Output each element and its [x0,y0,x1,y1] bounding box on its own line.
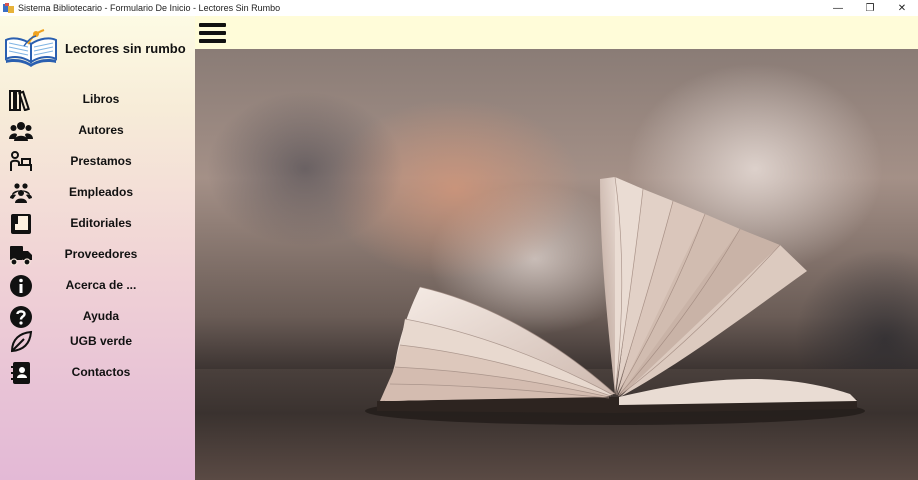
sidebar-item-empleados[interactable]: Empleados [0,179,195,207]
books-icon [8,88,34,112]
sidebar-item-editoriales[interactable]: Editoriales [0,210,195,238]
leaf-icon [8,330,34,354]
truck-icon [8,243,34,267]
sidebar-item-ugb-verde[interactable]: UGB verde [0,328,195,356]
app-icon [3,2,14,14]
sidebar-item-ayuda[interactable]: Ayuda [0,303,195,331]
help-icon [8,305,34,329]
employees-icon [8,181,34,205]
sidebar-item-label: Acerca de ... [65,278,137,292]
sidebar-item-autores[interactable]: Autores [0,117,195,145]
sidebar-item-label: Contactos [71,365,131,379]
sidebar-item-label: Autores [78,123,124,137]
info-icon [8,274,34,298]
minimize-button[interactable]: — [822,0,854,16]
window-controls: — ❐ ✕ [822,0,918,16]
sidebar-item-label: Empleados [68,185,134,199]
window-titlebar: Sistema Bibliotecario - Formulario De In… [0,0,918,16]
restore-button[interactable]: ❐ [854,0,886,16]
sidebar-item-acerca-de[interactable]: Acerca de ... [0,272,195,300]
sidebar-item-label: UGB verde [69,334,133,348]
window-title: Sistema Bibliotecario - Formulario De In… [18,3,281,13]
sidebar-item-label: Proveedores [64,247,138,261]
open-book-logo-icon [5,29,57,67]
users-group-icon [8,119,34,143]
sidebar-item-proveedores[interactable]: Proveedores [0,241,195,269]
sidebar: Lectores sin rumbo Libros Autores Presta… [0,16,195,480]
hero-image [195,49,918,480]
sidebar-item-label: Libros [82,92,120,106]
loan-desk-icon [8,150,34,174]
book-icon [8,212,34,236]
sidebar-item-libros[interactable]: Libros [0,86,195,114]
brand-name: Lectores sin rumbo [65,41,186,56]
contacts-book-icon [8,361,34,385]
sidebar-item-label: Prestamos [70,154,132,168]
brand: Lectores sin rumbo [0,16,195,72]
top-bar [195,16,918,49]
sidebar-item-prestamos[interactable]: Prestamos [0,148,195,176]
close-button[interactable]: ✕ [886,0,918,16]
sidebar-item-label: Editoriales [70,216,132,230]
sidebar-item-contactos[interactable]: Contactos [0,359,195,387]
sidebar-item-label: Ayuda [82,309,120,323]
hamburger-menu-icon[interactable] [199,22,227,44]
open-book-photo [365,176,865,425]
